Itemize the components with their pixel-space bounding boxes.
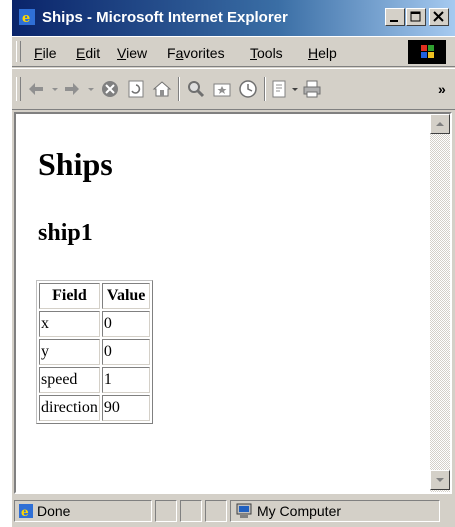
back-dropdown-icon[interactable] (50, 79, 60, 99)
value-cell: 90 (101, 395, 151, 421)
status-panel-progress (155, 500, 177, 522)
arrow-up-icon (436, 122, 444, 126)
table-row: speed 1 (39, 367, 151, 393)
ship-heading: ship1 (38, 220, 93, 246)
status-panel-zone: My Computer (230, 500, 440, 522)
column-header-value: Value (101, 283, 151, 309)
status-bar: e Done My Computer (12, 496, 455, 527)
edit-dropdown-icon[interactable] (290, 79, 300, 99)
field-cell: y (39, 339, 100, 365)
minimize-button[interactable] (385, 8, 405, 26)
close-icon (433, 11, 444, 22)
window-title: Ships - Microsoft Internet Explorer (42, 9, 288, 26)
status-text: Done (37, 503, 71, 519)
minimize-icon (390, 20, 398, 22)
menu-tools[interactable]: Tools (250, 45, 283, 61)
toolbar-grip[interactable] (16, 77, 21, 101)
ie-logo-icon: e (19, 9, 35, 26)
zone-text: My Computer (257, 503, 342, 519)
refresh-icon[interactable] (126, 79, 146, 99)
table-header-row: Field Value (39, 283, 151, 309)
menu-view[interactable]: View (117, 45, 147, 61)
favorites-icon[interactable] (212, 79, 232, 99)
stop-icon[interactable] (100, 79, 120, 99)
back-arrow-icon[interactable] (26, 79, 46, 99)
field-cell: speed (39, 367, 100, 393)
standard-toolbar: » (12, 66, 455, 110)
menu-bar: File Edit View Favorites Tools Help (12, 36, 455, 66)
table-row: direction 90 (39, 395, 151, 421)
computer-icon (236, 503, 252, 518)
status-panel-main: e Done (14, 500, 152, 522)
scroll-up-button[interactable] (430, 114, 450, 134)
history-icon[interactable] (238, 79, 258, 99)
value-cell: 0 (101, 339, 151, 365)
title-bar[interactable]: e Ships - Microsoft Internet Explorer (12, 0, 455, 36)
search-icon[interactable] (186, 79, 206, 99)
menu-file[interactable]: File (34, 45, 57, 61)
menu-edit[interactable]: Edit (76, 45, 100, 61)
svg-text:e: e (22, 11, 30, 26)
svg-text:e: e (21, 505, 29, 519)
home-icon[interactable] (152, 79, 172, 99)
browser-window: e Ships - Microsoft Internet Explorer Fi… (12, 0, 455, 527)
maximize-button[interactable] (406, 8, 426, 26)
value-cell: 0 (101, 311, 151, 337)
vertical-scrollbar[interactable] (430, 114, 450, 492)
page-heading: Ships (38, 146, 113, 182)
print-icon[interactable] (302, 79, 322, 99)
value-cell: 1 (101, 367, 151, 393)
ship-table: Field Value x 0 y 0 speed 1 direction 90 (36, 280, 154, 424)
ie-page-icon: e (19, 504, 33, 519)
status-panel-empty (180, 500, 202, 522)
forward-dropdown-icon[interactable] (86, 79, 96, 99)
toolbar-separator (178, 77, 180, 101)
forward-arrow-icon[interactable] (62, 79, 82, 99)
windows-flag-icon (421, 45, 434, 58)
field-cell: x (39, 311, 100, 337)
document-frame: Ships ship1 Field Value x 0 y 0 speed 1 … (14, 112, 452, 494)
menu-help[interactable]: Help (308, 45, 337, 61)
maximize-icon (410, 11, 421, 22)
table-row: y 0 (39, 339, 151, 365)
column-header-field: Field (39, 283, 100, 309)
field-cell: direction (39, 395, 100, 421)
table-row: x 0 (39, 311, 151, 337)
toolbar-overflow-chevron[interactable]: » (438, 81, 446, 97)
outer-edge (0, 0, 1, 527)
menu-favorites[interactable]: Favorites (167, 45, 225, 61)
menu-grip[interactable] (16, 41, 21, 62)
toolbar-separator (264, 77, 266, 101)
status-panel-security (205, 500, 227, 522)
page-content: Ships ship1 Field Value x 0 y 0 speed 1 … (16, 114, 430, 492)
close-button[interactable] (429, 8, 449, 26)
scroll-down-button[interactable] (430, 470, 450, 490)
windows-logo (408, 40, 446, 64)
arrow-down-icon (436, 478, 444, 482)
edit-icon[interactable] (270, 79, 290, 99)
